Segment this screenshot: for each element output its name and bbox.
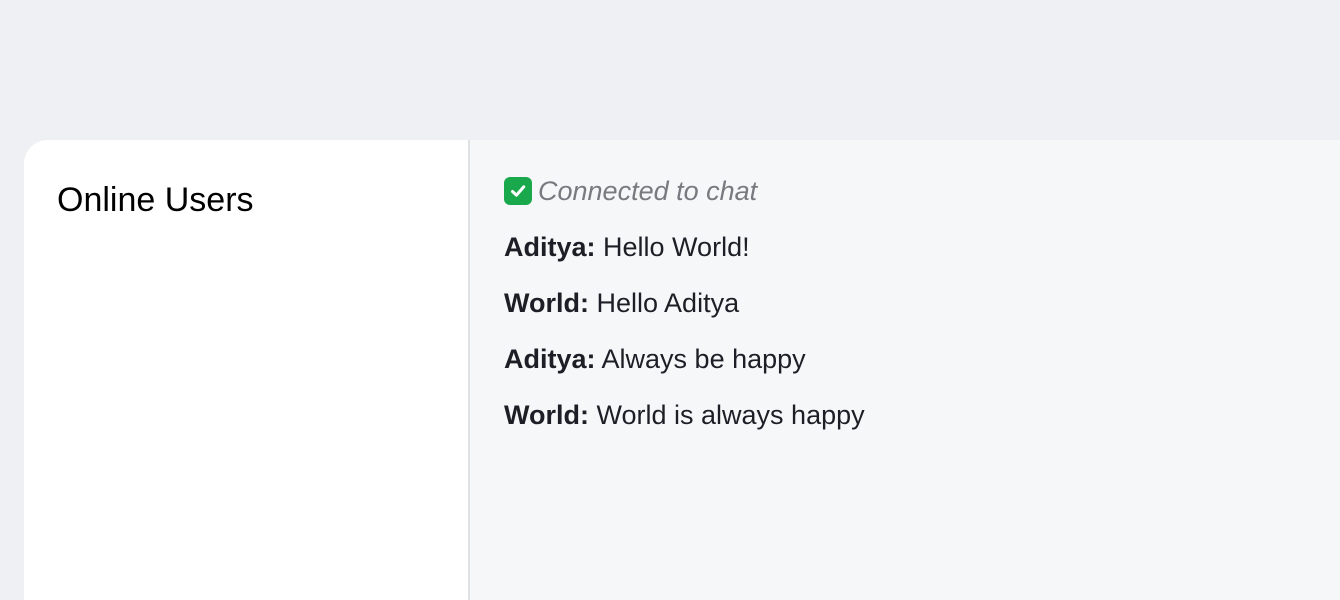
online-users-sidebar: Online Users [24,140,470,600]
check-mark-icon [504,177,532,205]
message-sender: World: [504,288,589,318]
chat-app-window: Online Users Connected to chat Aditya: H… [24,140,1340,600]
message-text: Always be happy [601,344,806,374]
chat-message: World: Hello Aditya [504,287,1340,343]
chat-message: World: World is always happy [504,399,1340,455]
chat-message: Aditya: Hello World! [504,231,1340,287]
online-users-title: Online Users [57,181,254,219]
message-sender: Aditya: [504,232,596,262]
message-sender: World: [504,400,589,430]
message-text: World is always happy [596,400,865,430]
message-list: Aditya: Hello World! World: Hello Aditya… [504,231,1340,455]
chat-panel: Connected to chat Aditya: Hello World! W… [470,140,1340,600]
message-text: Hello World! [603,232,750,262]
chat-message: Aditya: Always be happy [504,343,1340,399]
connection-status: Connected to chat [504,175,1340,207]
connection-status-text: Connected to chat [538,175,758,206]
message-text: Hello Aditya [596,288,740,318]
message-sender: Aditya: [504,344,596,374]
